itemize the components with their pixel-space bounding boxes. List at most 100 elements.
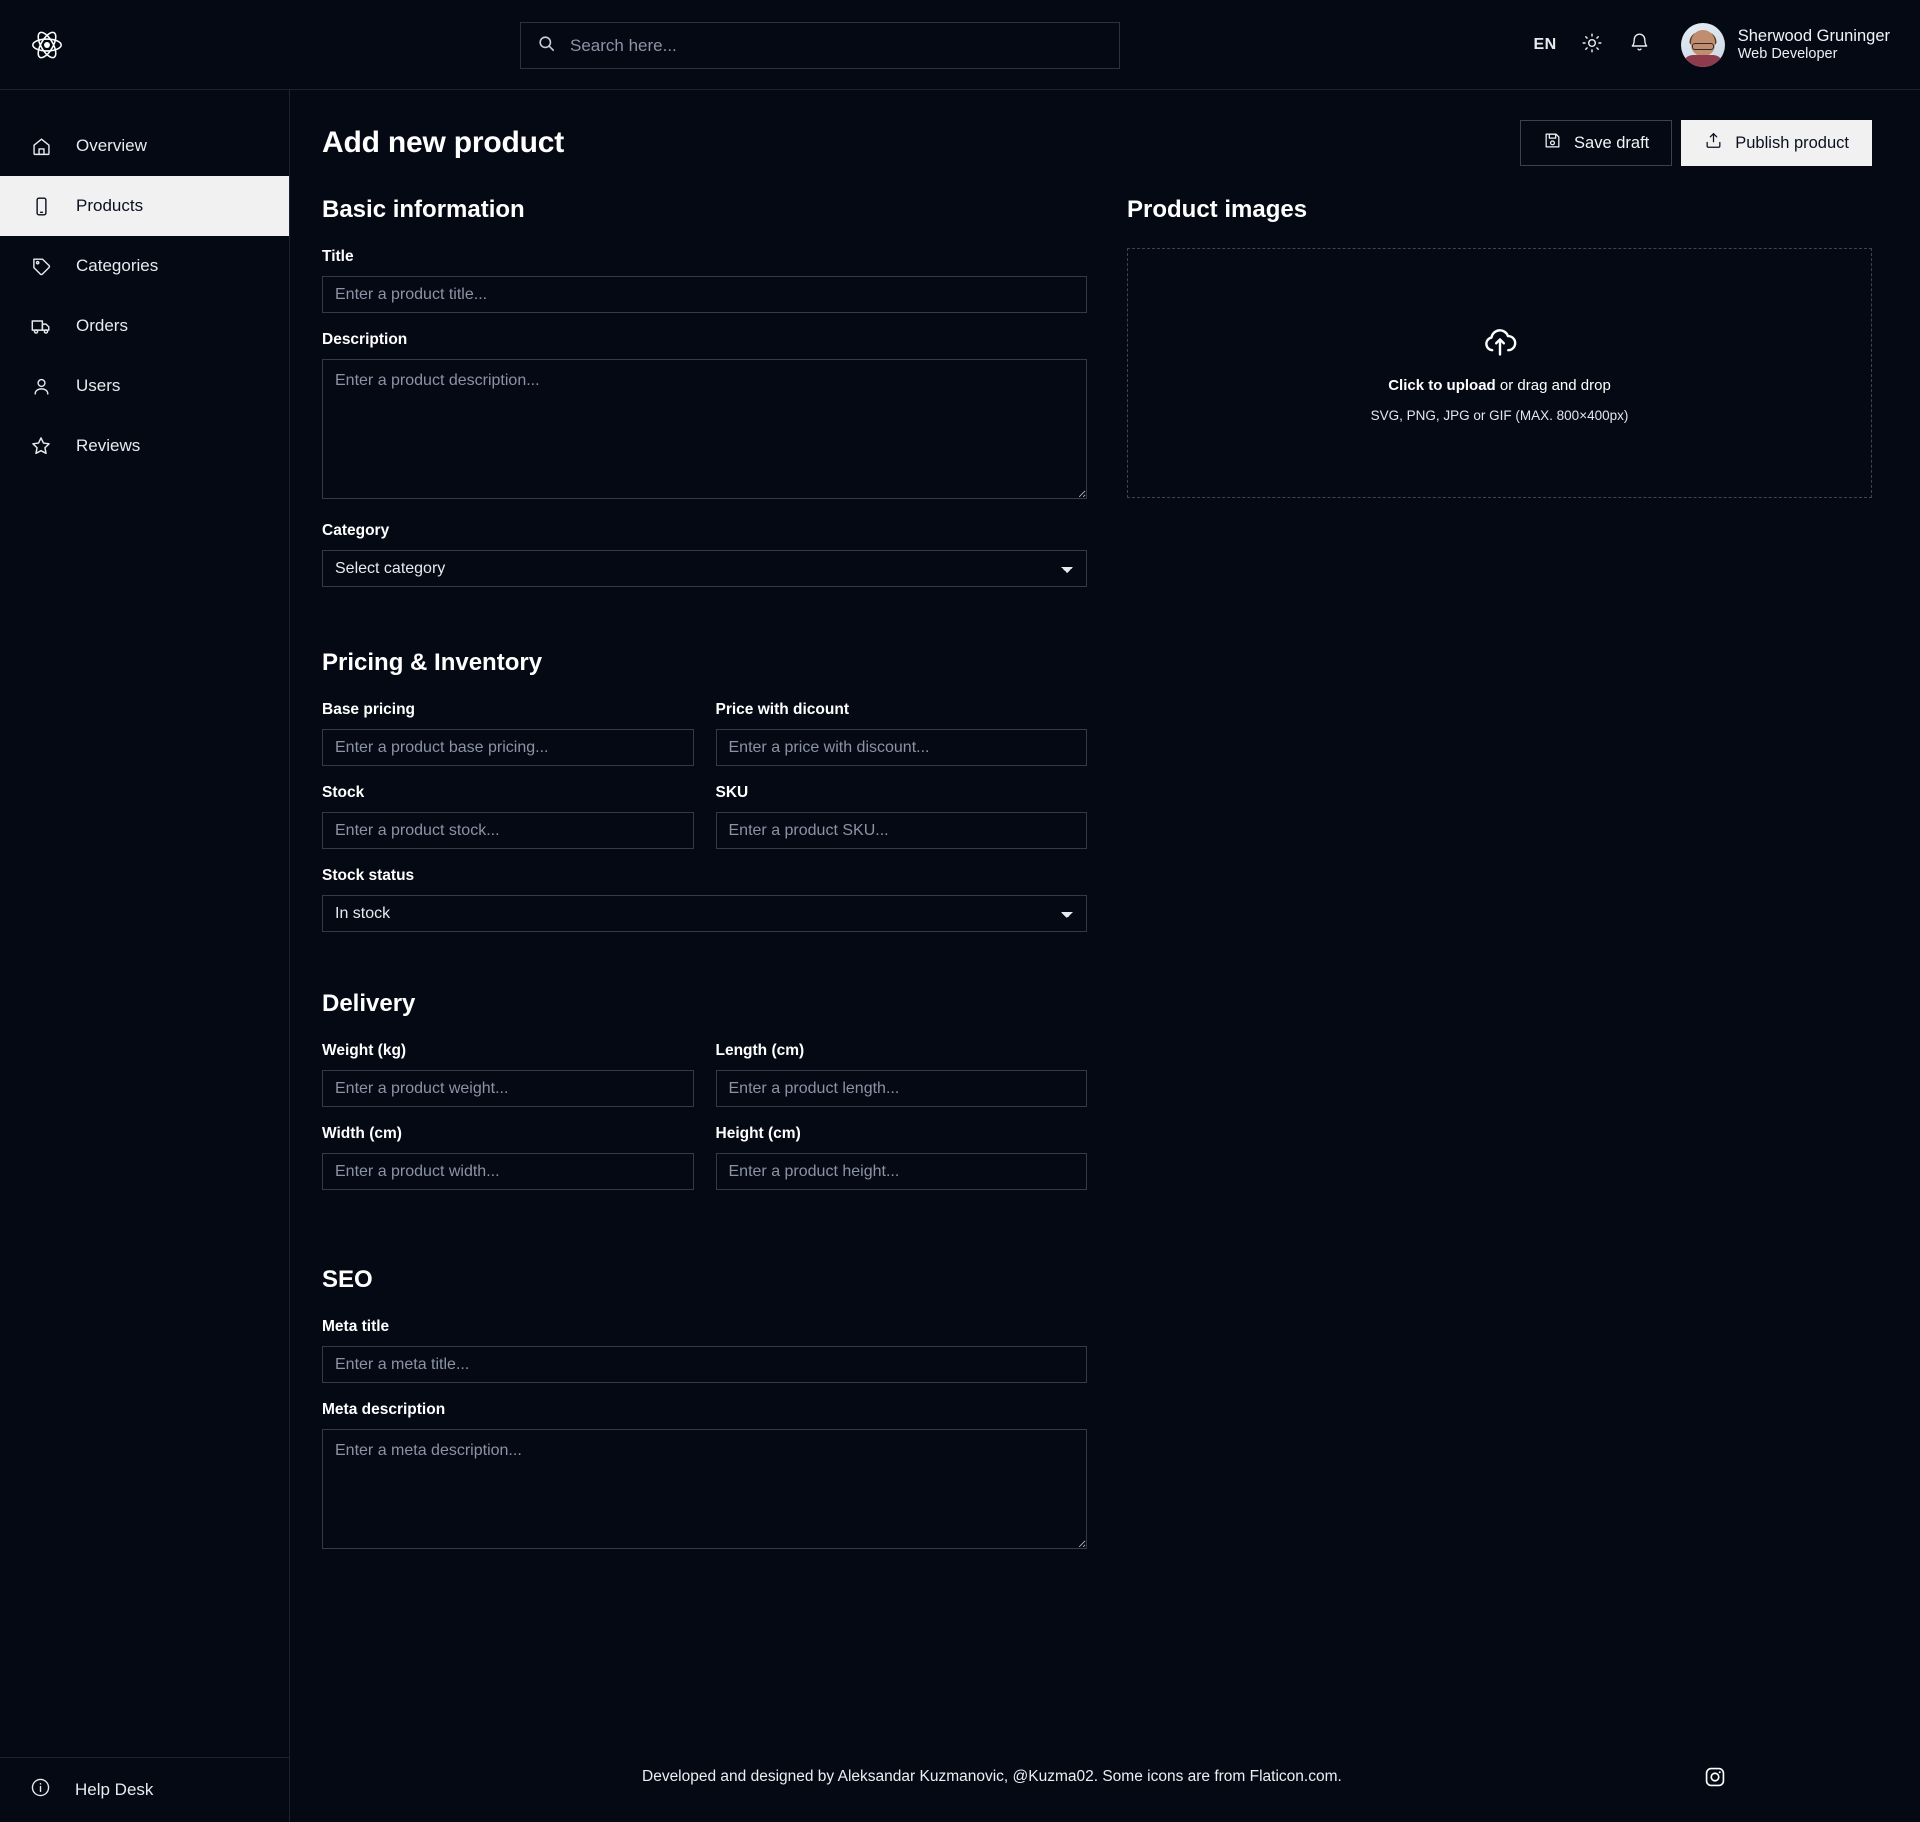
instagram-icon[interactable] xyxy=(1704,1766,1726,1788)
sidebar-item-help-desk[interactable]: Help Desk xyxy=(0,1758,289,1822)
category-select[interactable]: Select category xyxy=(322,550,1087,587)
field-weight: Weight (kg) xyxy=(322,1042,694,1107)
length-label: Length (cm) xyxy=(715,1042,805,1059)
sidebar-item-products[interactable]: Products xyxy=(0,176,289,236)
field-price-with-discount: Price with dicount xyxy=(715,701,1087,766)
weight-input[interactable] xyxy=(322,1070,694,1107)
meta-description-textarea[interactable] xyxy=(322,1429,1087,1549)
sku-label: SKU xyxy=(715,784,749,801)
stock-status-select[interactable]: In stock xyxy=(322,895,1087,932)
description-textarea[interactable] xyxy=(322,359,1087,499)
product-images-column: Product images Click to upload or drag a… xyxy=(1127,196,1872,1732)
field-sku: SKU xyxy=(715,784,1087,849)
tag-icon xyxy=(30,255,52,277)
width-label: Width (cm) xyxy=(322,1125,402,1142)
sidebar-item-label: Reviews xyxy=(76,436,141,455)
sidebar-item-overview[interactable]: Overview xyxy=(0,116,289,176)
height-label: Height (cm) xyxy=(715,1125,801,1142)
search-input[interactable] xyxy=(570,35,1103,56)
theme-toggle-button[interactable] xyxy=(1579,32,1605,58)
base-pricing-input[interactable] xyxy=(322,729,694,766)
app-shell: Overview Products Categories Orders User… xyxy=(0,90,1920,1822)
github-icon[interactable] xyxy=(1800,1766,1822,1788)
base-pricing-label: Base pricing xyxy=(322,701,416,718)
sidebar-item-label: Products xyxy=(76,196,144,215)
sidebar-item-reviews[interactable]: Reviews xyxy=(0,416,289,476)
section-heading: SEO xyxy=(322,1266,373,1293)
user-name: Sherwood Gruninger xyxy=(1737,27,1890,46)
home-icon xyxy=(30,135,52,157)
meta-title-input[interactable] xyxy=(322,1346,1087,1383)
youtube-icon[interactable] xyxy=(1848,1765,1872,1789)
pricing-row-2: Stock SKU xyxy=(322,784,1087,867)
stock-label: Stock xyxy=(322,784,365,801)
delivery-row-2: Width (cm) Height (cm) xyxy=(322,1125,1087,1208)
field-category: Category Select category xyxy=(322,522,1087,587)
field-width: Width (cm) xyxy=(322,1125,694,1190)
upload-cta-strong: Click to upload xyxy=(1388,376,1496,394)
publish-product-button[interactable]: Publish product xyxy=(1681,120,1872,166)
sidebar-item-orders[interactable]: Orders xyxy=(0,296,289,356)
page-content: Basic information Title Description Cate… xyxy=(290,196,1920,1732)
user-menu[interactable]: Sherwood Gruninger Web Developer xyxy=(1680,23,1890,67)
search-bar[interactable] xyxy=(520,22,1120,69)
weight-label: Weight (kg) xyxy=(322,1042,407,1059)
page-header-actions: Save draft Publish product xyxy=(1520,120,1872,166)
info-circle-icon xyxy=(30,1777,51,1803)
section-heading: Basic information xyxy=(322,196,525,223)
cloud-upload-icon xyxy=(1483,324,1517,363)
sidebar-item-label: Users xyxy=(76,376,121,395)
width-input[interactable] xyxy=(322,1153,694,1190)
title-label: Title xyxy=(322,248,354,265)
sidebar-item-categories[interactable]: Categories xyxy=(0,236,289,296)
facebook-icon[interactable] xyxy=(1656,1766,1678,1788)
sidebar-item-label: Help Desk xyxy=(75,1780,154,1799)
language-switcher[interactable]: EN xyxy=(1534,36,1557,54)
field-description: Description xyxy=(322,331,1087,504)
upload-cta: Click to upload or drag and drop xyxy=(1388,377,1611,394)
publish-product-label: Publish product xyxy=(1735,133,1849,152)
field-meta-description: Meta description xyxy=(322,1401,1087,1554)
user-icon xyxy=(30,375,52,397)
upload-formats: SVG, PNG, JPG or GIF (MAX. 800×400px) xyxy=(1370,407,1629,423)
section-basic-information: Basic information Title Description Cate… xyxy=(322,196,1087,587)
bell-icon xyxy=(1629,32,1650,58)
field-stock: Stock xyxy=(322,784,694,849)
meta-title-label: Meta title xyxy=(322,1318,390,1335)
stock-input[interactable] xyxy=(322,812,694,849)
discount-input[interactable] xyxy=(715,729,1087,766)
delivery-row-1: Weight (kg) Length (cm) xyxy=(322,1042,1087,1125)
section-pricing-inventory: Pricing & Inventory Base pricing Price w… xyxy=(322,649,1087,932)
truck-icon xyxy=(30,315,52,337)
field-height: Height (cm) xyxy=(715,1125,1087,1190)
sidebar-item-users[interactable]: Users xyxy=(0,356,289,416)
title-input[interactable] xyxy=(322,276,1087,313)
top-bar: EN xyxy=(0,0,1920,90)
avatar xyxy=(1680,23,1725,67)
save-draft-button[interactable]: Save draft xyxy=(1520,120,1673,166)
field-stock-status: Stock status In stock xyxy=(322,867,1087,932)
page-header: Add new product Save draft Publish produ… xyxy=(290,90,1920,196)
length-input[interactable] xyxy=(715,1070,1087,1107)
image-upload-dropzone[interactable]: Click to upload or drag and drop SVG, PN… xyxy=(1127,248,1872,498)
section-heading: Delivery xyxy=(322,990,416,1017)
twitter-icon[interactable] xyxy=(1752,1766,1774,1788)
footer: Developed and designed by Aleksandar Kuz… xyxy=(290,1732,1920,1822)
form-column: Basic information Title Description Cate… xyxy=(322,196,1087,1732)
footer-social-links xyxy=(1656,1765,1872,1789)
brand-logo[interactable] xyxy=(0,28,290,62)
search-icon xyxy=(537,34,556,58)
pricing-row-1: Base pricing Price with dicount xyxy=(322,701,1087,784)
height-input[interactable] xyxy=(715,1153,1087,1190)
field-title: Title xyxy=(322,248,1087,313)
sidebar-item-label: Overview xyxy=(76,136,147,155)
react-atom-logo-icon xyxy=(30,28,64,62)
notifications-button[interactable] xyxy=(1627,32,1653,58)
discount-label: Price with dicount xyxy=(715,701,849,718)
field-meta-title: Meta title xyxy=(322,1318,1087,1383)
section-delivery: Delivery Weight (kg) Length (cm) xyxy=(322,990,1087,1208)
sku-input[interactable] xyxy=(715,812,1087,849)
product-images-heading: Product images xyxy=(1127,196,1308,223)
user-role: Web Developer xyxy=(1737,46,1838,63)
